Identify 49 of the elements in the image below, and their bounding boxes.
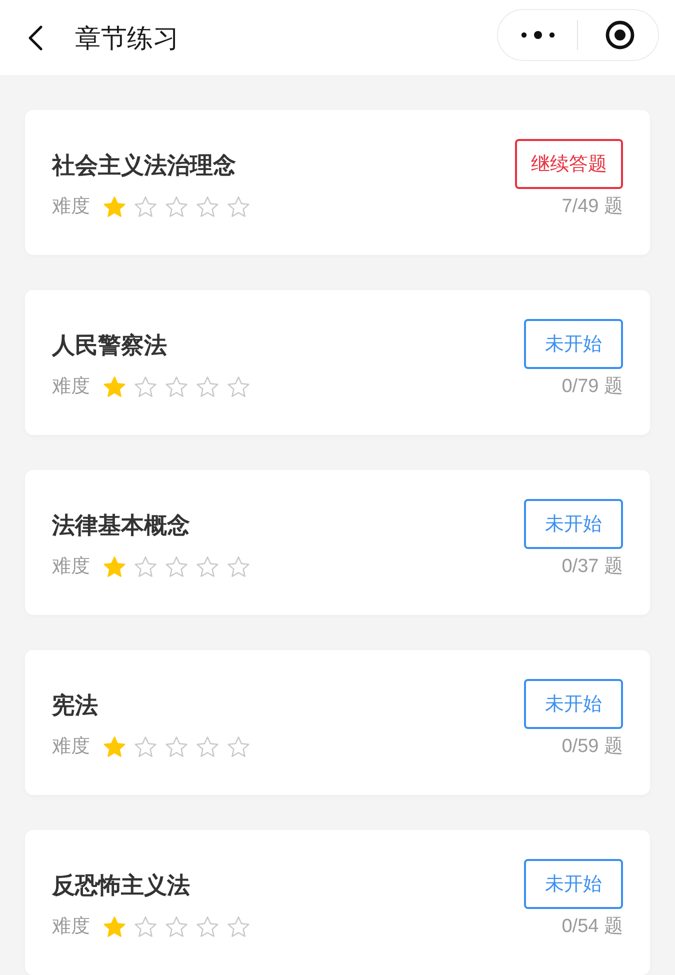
- difficulty-label: 难度: [52, 195, 90, 219]
- star-icon: [134, 916, 157, 938]
- chapter-status-button[interactable]: 继续答题: [515, 139, 623, 189]
- star-icon: [165, 196, 188, 218]
- star-icon: [196, 556, 219, 578]
- chapter-title: 宪法: [52, 691, 99, 720]
- question-count: 0/59 题: [562, 735, 623, 759]
- chapter-status-button[interactable]: 未开始: [524, 319, 623, 369]
- star-icon: [165, 556, 188, 578]
- question-count: 0/37 题: [562, 555, 623, 579]
- star-icon: [196, 736, 219, 758]
- star-icon: [134, 736, 157, 758]
- star-icon: [103, 736, 126, 758]
- chapter-title: 反恐怖主义法: [52, 871, 191, 900]
- star-icon: [196, 196, 219, 218]
- star-icon: [196, 376, 219, 398]
- chapter-title: 社会主义法治理念: [52, 151, 237, 180]
- star-icon: [103, 376, 126, 398]
- difficulty-label: 难度: [52, 915, 90, 939]
- difficulty-label: 难度: [52, 735, 90, 759]
- question-count: 0/54 题: [562, 915, 623, 939]
- difficulty-label: 难度: [52, 555, 90, 579]
- star-icon: [134, 196, 157, 218]
- chapter-status-button[interactable]: 未开始: [524, 499, 623, 549]
- star-icon: [134, 376, 157, 398]
- target-icon[interactable]: [605, 20, 635, 50]
- star-icon: [227, 916, 250, 938]
- star-icon: [165, 736, 188, 758]
- star-icon: [103, 196, 126, 218]
- chapter-status-button[interactable]: 未开始: [524, 679, 623, 729]
- star-icon: [196, 916, 219, 938]
- star-icon: [165, 376, 188, 398]
- more-icon[interactable]: [521, 30, 555, 40]
- chapter-title: 法律基本概念: [52, 511, 191, 540]
- chapter-title: 人民警察法: [52, 331, 168, 360]
- star-icon: [134, 556, 157, 578]
- question-count: 0/79 题: [562, 375, 623, 399]
- star-icon: [227, 556, 250, 578]
- chapter-status-button[interactable]: 未开始: [524, 859, 623, 909]
- star-icon: [227, 736, 250, 758]
- star-icon: [103, 916, 126, 938]
- star-icon: [103, 556, 126, 578]
- difficulty-label: 难度: [52, 375, 90, 399]
- page-title: 章节练习: [75, 22, 179, 54]
- star-icon: [165, 916, 188, 938]
- star-icon: [227, 376, 250, 398]
- back-icon[interactable]: [27, 24, 43, 50]
- question-count: 7/49 题: [562, 195, 623, 219]
- star-icon: [227, 196, 250, 218]
